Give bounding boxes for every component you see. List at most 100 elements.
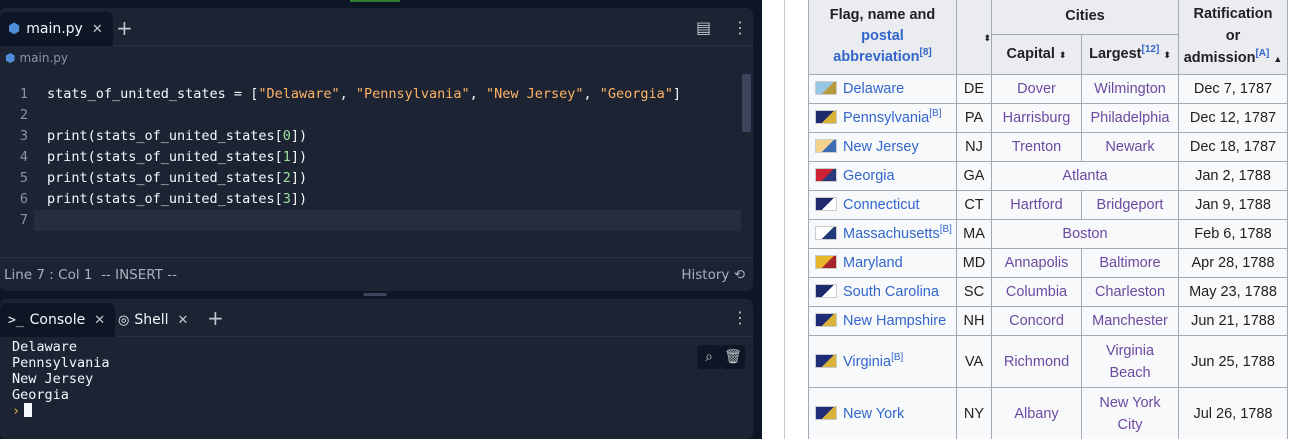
code-line[interactable]: print(stats_of_united_states[2]) xyxy=(47,170,307,186)
ratification-date: Jan 9, 1788 xyxy=(1178,190,1288,220)
largest-link[interactable]: New York City xyxy=(1099,395,1160,433)
close-icon[interactable]: ✕ xyxy=(94,313,105,328)
tab-shell[interactable]: ◎ Shell ✕ xyxy=(118,303,188,337)
sort-icon[interactable]: ⬍ xyxy=(1163,50,1171,60)
sort-icon[interactable]: ⬍ xyxy=(1059,50,1067,60)
history-button[interactable]: History ⟲ xyxy=(681,267,745,283)
header-text: or xyxy=(1225,28,1241,44)
state-link[interactable]: Maryland xyxy=(843,255,903,271)
table-row: Delaware DE Dover Wilmington Dec 7, 1787 xyxy=(808,74,1288,104)
capital-link[interactable]: Richmond xyxy=(1004,354,1069,370)
state-flag-icon[interactable] xyxy=(815,313,837,327)
state-link[interactable]: Delaware xyxy=(843,81,904,97)
state-cell: Connecticut xyxy=(808,190,957,220)
pane-resize-handle[interactable] xyxy=(363,293,387,296)
clear-console-icon[interactable]: 🗑 xyxy=(721,345,745,369)
console-output-line: Pennsylvania xyxy=(12,355,110,371)
state-flag-icon[interactable] xyxy=(815,226,837,240)
postal-abbreviation-link[interactable]: postal abbreviation xyxy=(833,28,919,65)
state-link[interactable]: New York xyxy=(843,406,904,422)
state-link[interactable]: South Carolina xyxy=(843,284,939,300)
capital-link[interactable]: Dover xyxy=(1017,81,1056,97)
console-tabbar: >_ Console ✕ ◎ Shell ✕ + ⋮ xyxy=(0,299,753,337)
breadcrumb-file[interactable]: main.py xyxy=(19,51,68,65)
code-line[interactable]: print(stats_of_united_states[3]) xyxy=(47,191,307,207)
state-cell: Virginia[B] xyxy=(808,335,957,388)
state-link[interactable]: New Hampshire xyxy=(843,313,946,329)
state-flag-icon[interactable] xyxy=(815,110,837,124)
line-number: 6 xyxy=(19,191,28,207)
close-icon[interactable]: ✕ xyxy=(178,313,189,328)
state-flag-icon[interactable] xyxy=(815,139,837,153)
capital-link[interactable]: Harrisburg xyxy=(1003,110,1071,126)
sort-icon[interactable]: ⬍ xyxy=(983,33,991,43)
more-options-icon[interactable]: ⋮ xyxy=(732,18,748,37)
capital-link[interactable]: Trenton xyxy=(1012,139,1061,155)
editor-scrollbar[interactable] xyxy=(742,74,751,132)
header-flag-name[interactable]: Flag, name and postal abbreviation[8] xyxy=(808,0,957,75)
largest-link[interactable]: Philadelphia xyxy=(1090,110,1169,126)
state-flag-icon[interactable] xyxy=(815,168,837,182)
ref-8[interactable]: [8] xyxy=(919,47,931,58)
ref-a[interactable]: [A] xyxy=(1255,48,1269,59)
state-flag-icon[interactable] xyxy=(815,405,837,420)
ref-b[interactable]: [B] xyxy=(940,224,952,235)
largest-link[interactable]: Baltimore xyxy=(1099,255,1160,271)
capital-link[interactable]: Atlanta xyxy=(1062,168,1107,184)
ref-b[interactable]: [B] xyxy=(929,108,941,119)
sort-icon[interactable]: ▲ xyxy=(1273,54,1282,64)
largest-link[interactable]: Wilmington xyxy=(1094,81,1166,97)
code-line[interactable]: stats_of_united_states = ["Delaware", "P… xyxy=(47,86,681,102)
capital-link[interactable]: Concord xyxy=(1009,313,1064,329)
postal-abbr: VA xyxy=(956,335,992,388)
capital-link[interactable]: Boston xyxy=(1062,226,1107,242)
capital-cell: Dover xyxy=(991,74,1082,104)
state-link[interactable]: Pennsylvania xyxy=(843,110,929,126)
state-flag-icon[interactable] xyxy=(815,197,837,211)
ref-b[interactable]: [B] xyxy=(891,352,903,363)
capital-link[interactable]: Hartford xyxy=(1010,197,1062,213)
capital-link[interactable]: Annapolis xyxy=(1005,255,1069,271)
outline-view-icon[interactable]: ▤ xyxy=(696,18,711,37)
state-link[interactable]: Georgia xyxy=(843,168,895,184)
table-row: Connecticut CT Hartford Bridgeport Jan 9, 17… xyxy=(808,190,1288,220)
python-file-icon: ⬢ xyxy=(5,51,16,65)
largest-link[interactable]: Manchester xyxy=(1092,313,1168,329)
header-capital[interactable]: Capital ⬍ xyxy=(991,33,1082,76)
code-editor[interactable]: 1 stats_of_united_states = ["Delaware", "… xyxy=(0,76,753,236)
header-abbr-sort[interactable]: ⬍ xyxy=(956,0,992,75)
state-flag-icon[interactable] xyxy=(815,255,837,269)
new-tab-plus-icon[interactable]: + xyxy=(207,308,224,328)
code-line[interactable]: print(stats_of_united_states[1]) xyxy=(47,149,307,165)
largest-link[interactable]: Newark xyxy=(1105,139,1154,155)
search-icon[interactable]: ⌕ xyxy=(697,345,721,369)
capital-link[interactable]: Columbia xyxy=(1006,284,1067,300)
largest-link[interactable]: Charleston xyxy=(1095,284,1165,300)
console-output[interactable]: Delaware Pennsylvania New Jersey Georgia › xyxy=(12,339,110,419)
tab-main-py[interactable]: ⬢ main.py ✕ xyxy=(0,12,113,46)
largest-link[interactable]: Bridgeport xyxy=(1097,197,1164,213)
close-icon[interactable]: ✕ xyxy=(92,22,103,37)
more-options-icon[interactable]: ⋮ xyxy=(732,308,748,327)
console-prompt[interactable]: › xyxy=(12,403,110,419)
new-tab-plus-icon[interactable]: + xyxy=(116,18,133,38)
state-link[interactable]: Connecticut xyxy=(843,197,920,213)
header-largest[interactable]: Largest[12] ⬍ xyxy=(1081,33,1179,76)
tab-console[interactable]: >_ Console ✕ xyxy=(0,303,116,337)
state-flag-icon[interactable] xyxy=(815,284,837,298)
state-link[interactable]: Massachusetts xyxy=(843,226,940,242)
ref-12[interactable]: [12] xyxy=(1142,45,1160,56)
header-cities: Cities xyxy=(991,0,1179,35)
state-flag-icon[interactable] xyxy=(815,353,837,368)
code-line[interactable]: print(stats_of_united_states[0]) xyxy=(47,128,307,144)
state-link[interactable]: New Jersey xyxy=(843,139,919,155)
state-link[interactable]: Virginia xyxy=(843,354,891,370)
breadcrumb: ⬢ main.py xyxy=(0,46,753,70)
state-flag-icon[interactable] xyxy=(815,81,837,95)
capital-cell: Annapolis xyxy=(991,248,1082,278)
header-ratification[interactable]: Ratification or admission[A] ▲ xyxy=(1178,0,1288,75)
largest-link[interactable]: Virginia Beach xyxy=(1106,343,1154,381)
status-bar: Line 7 : Col 1 -- INSERT -- History ⟲ xyxy=(0,257,753,291)
states-table: Flag, name and postal abbreviation[8] ⬍ … xyxy=(808,0,1288,439)
capital-link[interactable]: Albany xyxy=(1014,406,1058,422)
